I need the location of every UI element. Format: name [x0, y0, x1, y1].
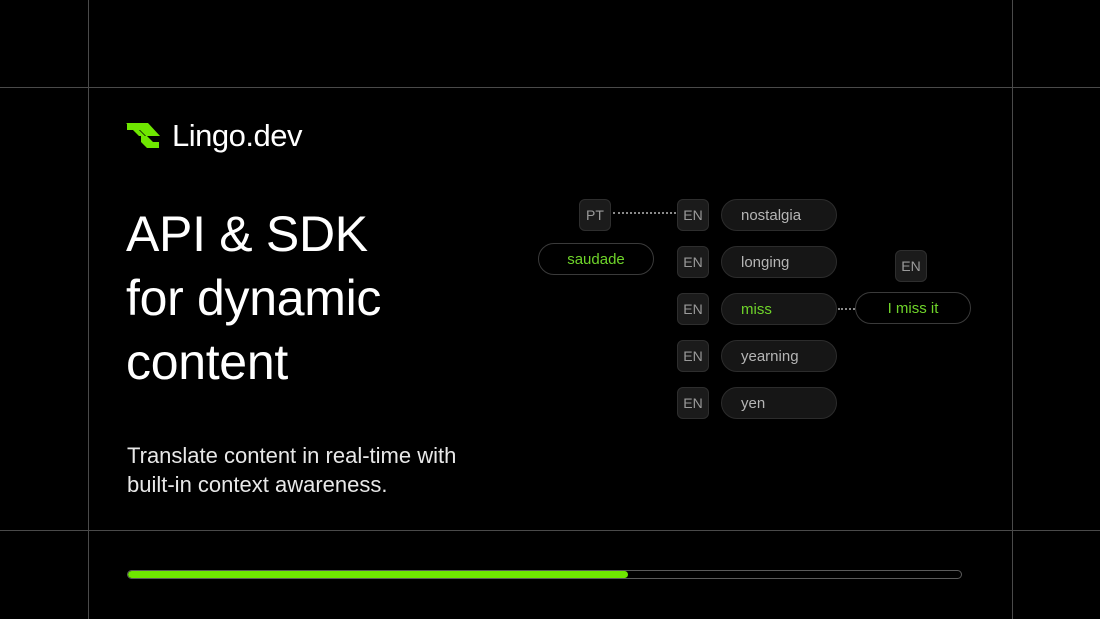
headline-line-2: for dynamic	[126, 270, 382, 326]
grid-line-top	[0, 87, 1100, 88]
source-word-pill: saudade	[538, 243, 654, 275]
candidate-word: yen	[741, 394, 766, 412]
candidate-pill-selected: miss	[721, 293, 837, 325]
candidate-word: miss	[741, 300, 772, 318]
grid-line-left	[88, 0, 89, 619]
headline: API & SDK for dynamic content	[126, 202, 381, 394]
subtitle-line-2: built-in context awareness.	[127, 472, 388, 497]
candidate-pill: yen	[721, 387, 837, 419]
brand-logo: Lingo.dev	[126, 118, 302, 154]
candidate-word: longing	[741, 253, 790, 271]
candidate-word: nostalgia	[741, 206, 802, 224]
brand-name: Lingo.dev	[172, 118, 302, 153]
source-lang-badge: PT	[579, 199, 611, 231]
candidate-pill: nostalgia	[721, 199, 837, 231]
candidate-lang-badge: EN	[677, 246, 709, 278]
result-lang-badge: EN	[895, 250, 927, 282]
subtitle: Translate content in real-time with buil…	[127, 441, 456, 499]
grid-line-bottom	[0, 530, 1100, 531]
result-connector-dotted-line	[838, 308, 855, 310]
grid-line-right	[1012, 0, 1013, 619]
headline-line-3: content	[126, 334, 288, 390]
headline-line-1: API & SDK	[126, 206, 368, 262]
lingo-logo-icon	[126, 123, 160, 148]
candidate-lang-badge: EN	[677, 199, 709, 231]
source-word: saudade	[567, 250, 625, 268]
progress-bar-fill	[128, 571, 628, 578]
candidate-lang-badge: EN	[677, 293, 709, 325]
connector-dotted-line	[613, 212, 676, 214]
candidate-pill: yearning	[721, 340, 837, 372]
result-text: I miss it	[887, 299, 939, 317]
candidate-word: yearning	[741, 347, 799, 365]
result-pill: I miss it	[855, 292, 971, 324]
candidate-pill: longing	[721, 246, 837, 278]
candidate-lang-badge: EN	[677, 340, 709, 372]
candidate-lang-badge: EN	[677, 387, 709, 419]
progress-bar	[127, 570, 962, 579]
subtitle-line-1: Translate content in real-time with	[127, 443, 457, 468]
